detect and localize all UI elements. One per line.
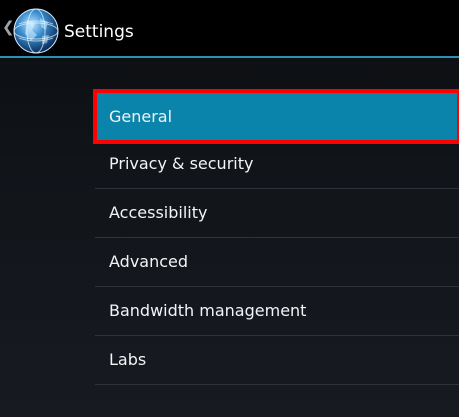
page-title: Settings [64, 22, 134, 42]
settings-item-general[interactable]: General [93, 89, 459, 144]
settings-item-accessibility[interactable]: Accessibility [95, 189, 459, 238]
settings-item-privacy-security[interactable]: Privacy & security [95, 140, 459, 189]
settings-list: General Privacy & security Accessibility… [93, 89, 459, 385]
settings-item-bandwidth-management[interactable]: Bandwidth management [95, 287, 459, 336]
settings-item-advanced[interactable]: Advanced [95, 238, 459, 287]
globe-app-icon[interactable] [13, 8, 59, 54]
settings-item-labs[interactable]: Labs [95, 336, 459, 385]
action-bar: ❮ Settings [0, 0, 459, 58]
